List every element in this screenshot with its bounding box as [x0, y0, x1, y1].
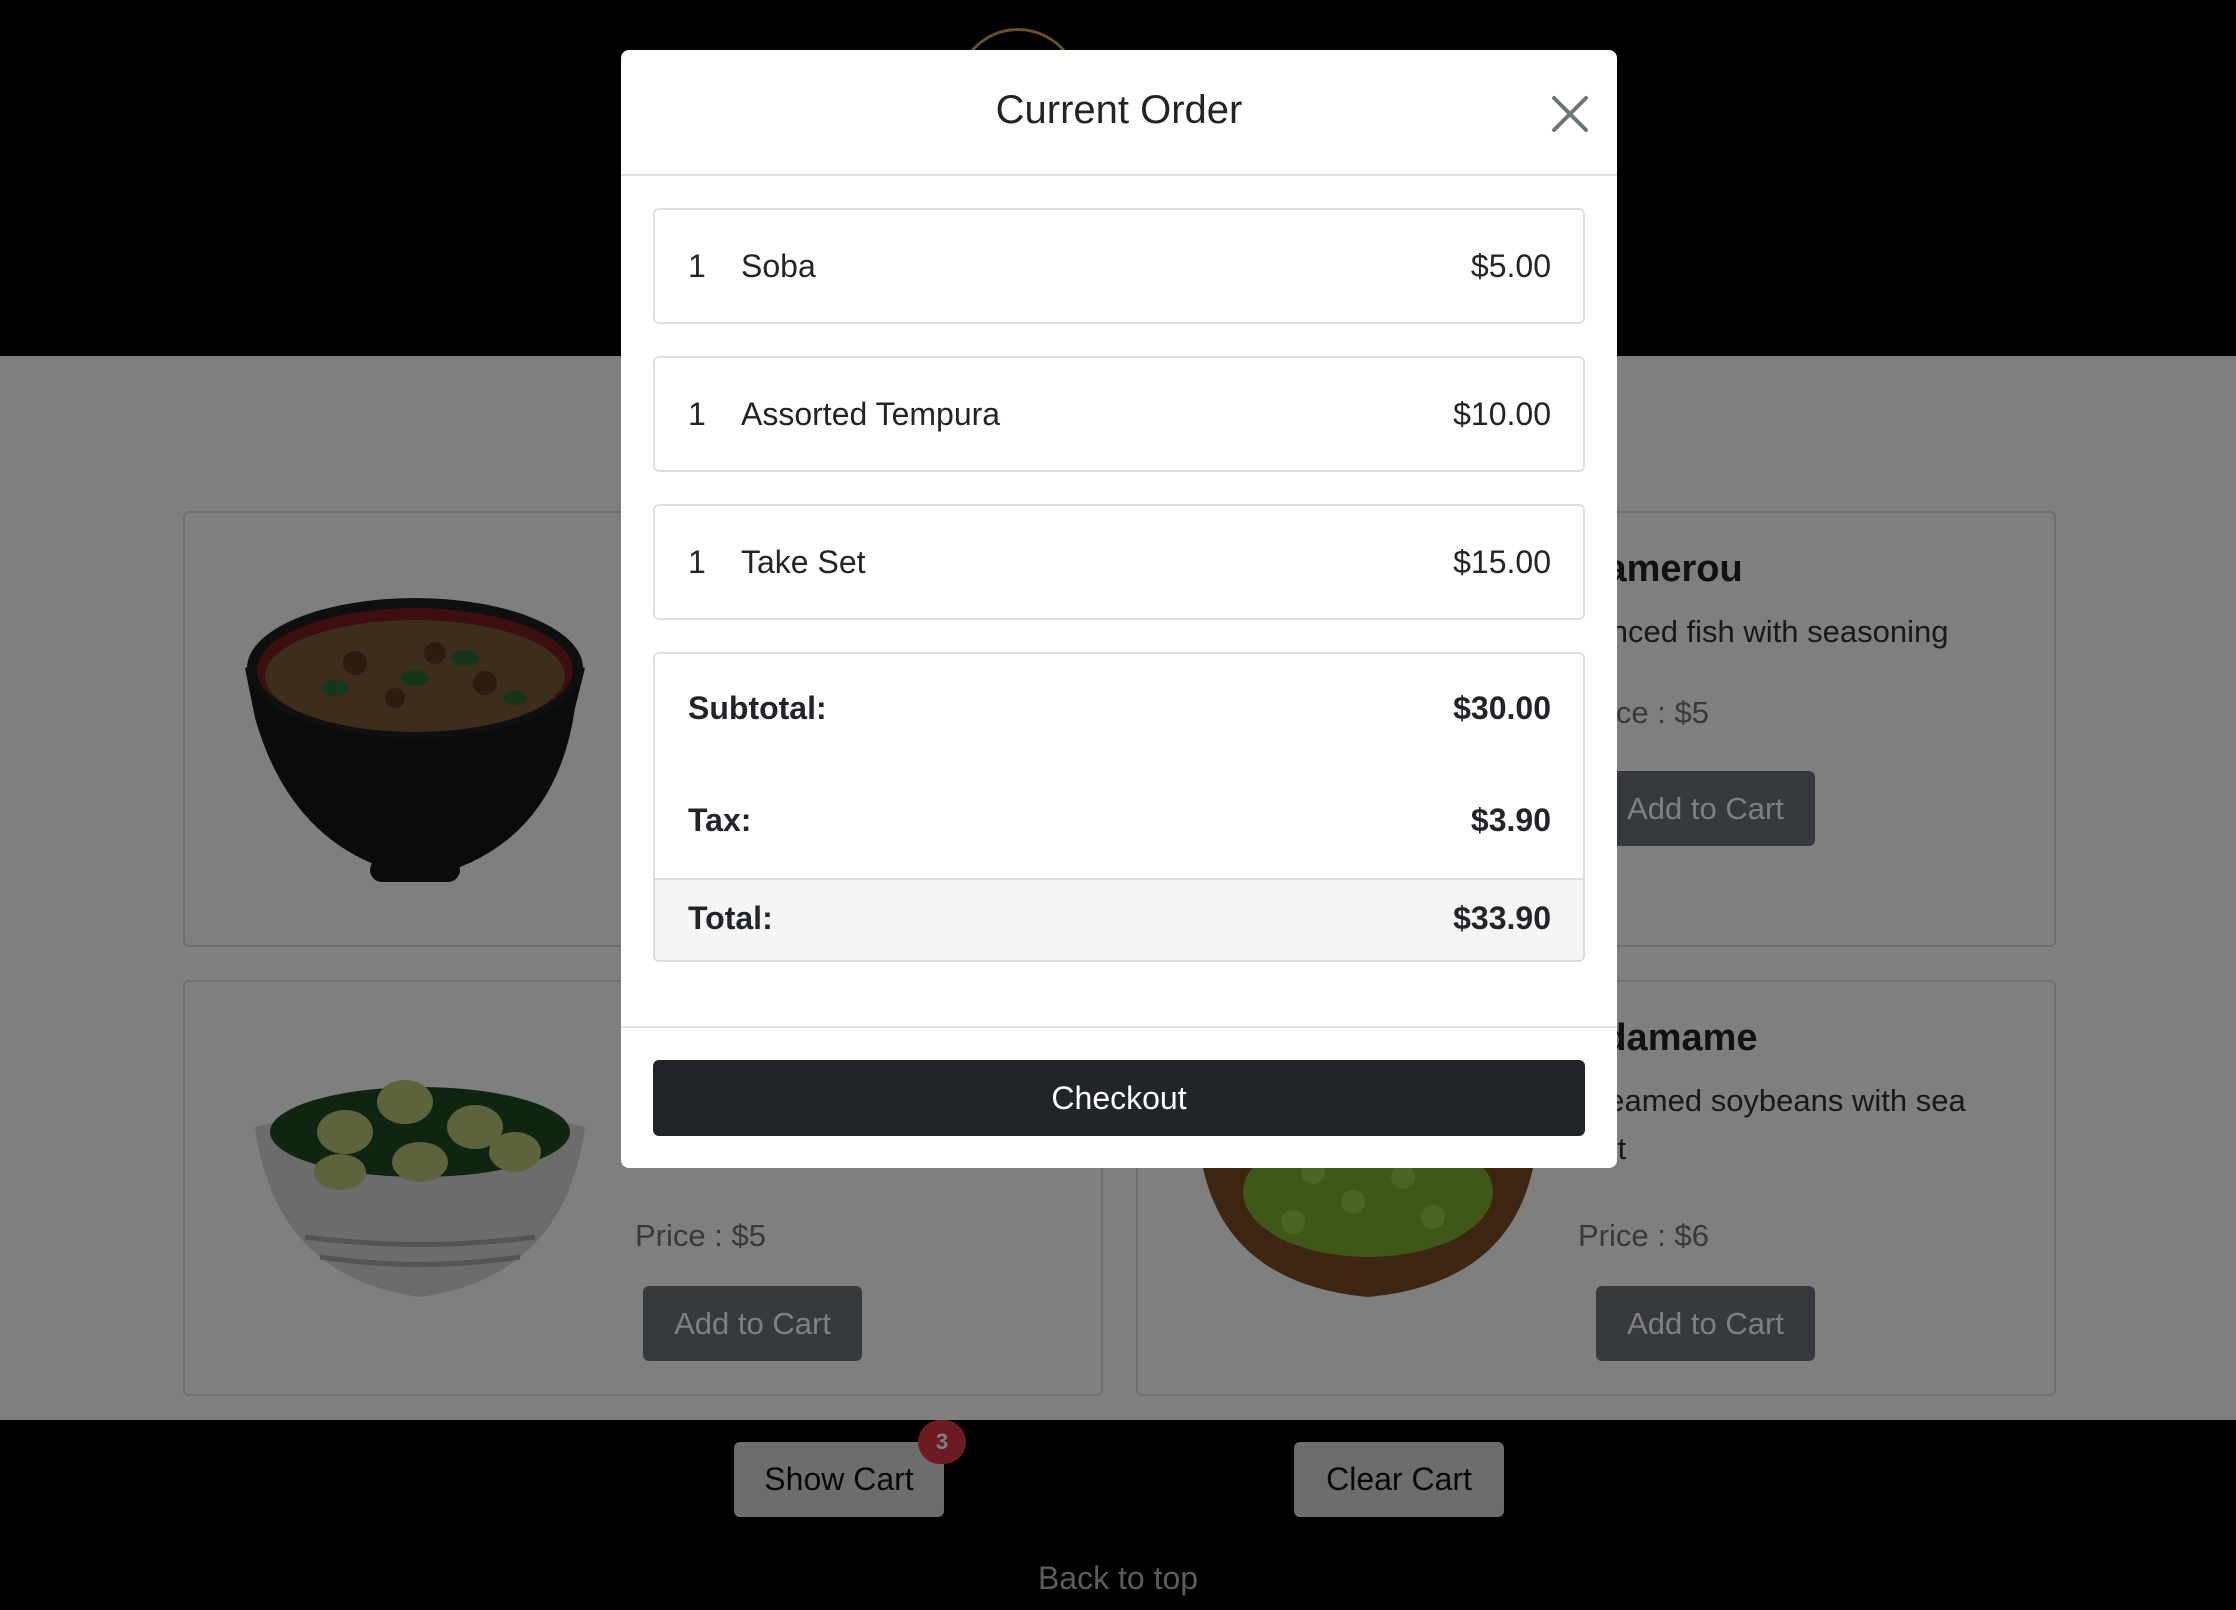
item-name: Take Set [741, 544, 866, 580]
modal-title: Current Order [995, 88, 1243, 132]
checkout-button[interactable]: Checkout [653, 1060, 1585, 1136]
total-value: $33.90 [1453, 900, 1551, 936]
total-label: Total: [688, 900, 773, 936]
item-price: $15.00 [1453, 544, 1551, 580]
total-row: Total: $33.90 [655, 878, 1583, 960]
order-summary: Subtotal: $30.00 Tax: $3.90 Total: $33.9… [653, 652, 1585, 962]
modal-header: Current Order [621, 50, 1617, 176]
order-line-item: 1 Take Set $15.00 [653, 504, 1585, 620]
modal-footer: Checkout [621, 1026, 1617, 1168]
tax-label: Tax: [688, 802, 752, 838]
item-name: Soba [741, 248, 816, 284]
item-quantity: 1 [688, 544, 706, 580]
order-line-item: 1 Assorted Tempura $10.00 [653, 356, 1585, 472]
current-order-modal: Current Order 1 Soba $5.00 1 Assorted Te… [621, 50, 1617, 1168]
item-price: $5.00 [1470, 248, 1551, 284]
subtotal-label: Subtotal: [688, 690, 827, 726]
item-price: $10.00 [1453, 396, 1551, 432]
item-name: Assorted Tempura [741, 396, 1001, 432]
item-quantity: 1 [688, 396, 706, 432]
order-line-item: 1 Soba $5.00 [653, 208, 1585, 324]
close-icon [1552, 96, 1588, 132]
item-quantity: 1 [688, 248, 706, 284]
close-button[interactable] [1544, 88, 1596, 140]
tax-value: $3.90 [1470, 802, 1551, 838]
subtotal-value: $30.00 [1453, 690, 1551, 726]
